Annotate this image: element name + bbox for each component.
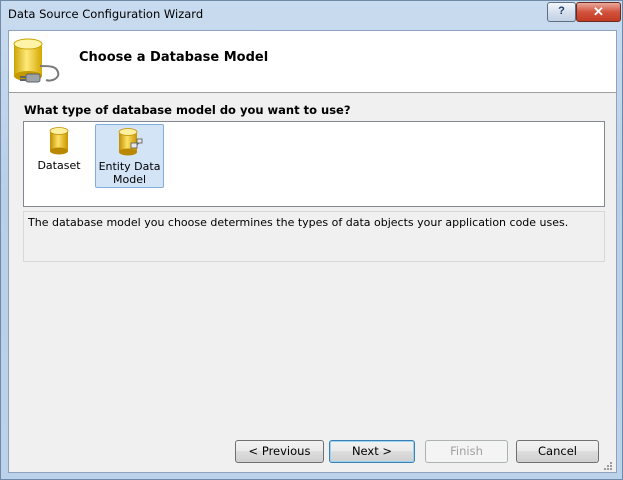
cancel-button[interactable]: Cancel xyxy=(516,440,599,463)
page-title: Choose a Database Model xyxy=(79,50,269,65)
previous-button[interactable]: < Previous xyxy=(235,440,324,463)
close-button[interactable]: ✕ xyxy=(576,2,621,22)
model-list: Dataset Entity Data Model xyxy=(23,121,605,207)
next-button[interactable]: Next > xyxy=(329,440,415,463)
finish-button: Finish xyxy=(425,440,508,463)
model-option-entity-data-model[interactable]: Entity Data Model xyxy=(95,124,164,188)
description-text: The database model you choose determines… xyxy=(28,216,569,229)
model-question-label: What type of database model do you want … xyxy=(24,103,351,117)
description-box: The database model you choose determines… xyxy=(23,211,605,262)
resize-grip-icon[interactable] xyxy=(603,461,613,471)
database-icon xyxy=(49,127,69,155)
wizard-body: Choose a Database Model What type of dat… xyxy=(8,30,617,473)
window-title: Data Source Configuration Wizard xyxy=(8,7,204,21)
model-option-dataset[interactable]: Dataset xyxy=(30,124,88,186)
wizard-window: Data Source Configuration Wizard ? ✕ Cho… xyxy=(0,0,623,480)
title-bar[interactable]: Data Source Configuration Wizard ? ✕ xyxy=(1,1,622,27)
help-button[interactable]: ? xyxy=(547,2,576,22)
wizard-header: Choose a Database Model xyxy=(9,31,616,93)
database-plug-icon xyxy=(13,38,60,83)
model-option-label: Dataset xyxy=(37,159,81,172)
entity-database-icon xyxy=(118,128,142,156)
model-option-label: Entity Data Model xyxy=(98,160,161,186)
